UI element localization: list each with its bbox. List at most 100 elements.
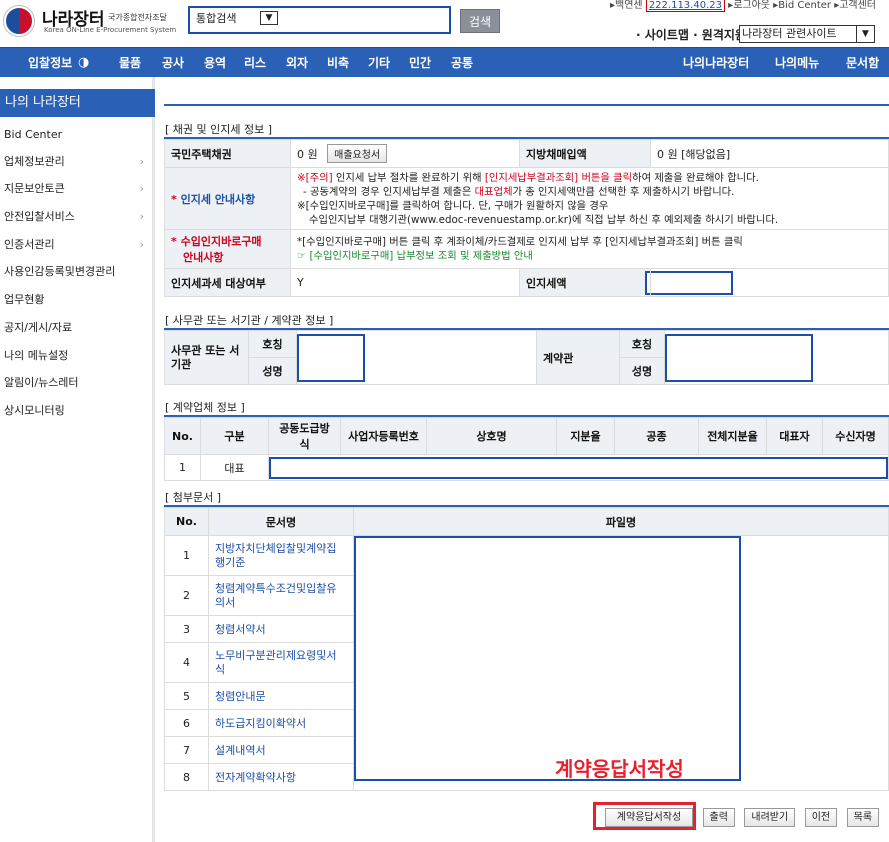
file-list-box[interactable] bbox=[354, 536, 741, 781]
nav-etc[interactable]: 기타 bbox=[368, 48, 390, 78]
doc-link[interactable]: 설계내역서 bbox=[208, 736, 354, 764]
doc-link[interactable]: 청렴서약서 bbox=[208, 615, 354, 643]
chevron-down-icon[interactable]: ▼ bbox=[856, 26, 874, 42]
col-recipient: 수신자명 bbox=[822, 417, 889, 455]
nav-my-menu[interactable]: 나의메뉴 bbox=[775, 48, 819, 78]
download-button[interactable]: 내려받기 bbox=[744, 808, 796, 827]
col-representative: 대표자 bbox=[766, 417, 823, 455]
guide-text: 하여 제출을 완료해야 합니다. bbox=[632, 171, 759, 184]
sidebar-item-fingerprint-token[interactable]: 지문보안토큰 › bbox=[0, 175, 152, 202]
nav-foreign[interactable]: 외자 bbox=[286, 48, 308, 78]
officer-input[interactable] bbox=[297, 333, 365, 382]
sidebar-item-label: 업체정보관리 bbox=[4, 155, 65, 168]
doc-link[interactable]: 노무비구분관리제요령및서 식 bbox=[208, 642, 354, 683]
row-no: 2 bbox=[164, 575, 209, 616]
doc-link[interactable]: 하도급지킴이확약서 bbox=[208, 709, 354, 737]
nav-my-naramarket[interactable]: 나의나라장터 bbox=[683, 48, 749, 78]
sidebar-item-certificate[interactable]: 인증서관리 › bbox=[0, 231, 152, 258]
purchase-request-button[interactable]: 매출요청서 bbox=[327, 144, 388, 163]
guide-text: 가 총 인지세액만큼 선택한 후 제출하시기 바랍니다. bbox=[512, 185, 735, 198]
sidebar-item-work-status[interactable]: 업무현황 bbox=[0, 286, 152, 313]
logo-english: Korea ON-Line E-Procurement System bbox=[44, 26, 177, 34]
row-no: 7 bbox=[164, 736, 209, 764]
print-button[interactable]: 출력 bbox=[702, 808, 735, 827]
sidebar-item-label: 지문보안토큰 bbox=[4, 182, 65, 195]
revenue-stamp-guide-link[interactable]: ☞ [수입인지바로구매] 납부정보 조회 및 제출방법 안내 bbox=[297, 249, 882, 263]
list-button[interactable]: 목록 bbox=[846, 808, 880, 827]
sidebar-item-newsletter[interactable]: 알림이/뉴스레터 bbox=[0, 369, 152, 396]
required-mark: * bbox=[171, 235, 181, 248]
sidebar-item-monitoring[interactable]: 상시모니터링 bbox=[0, 397, 152, 424]
search-box[interactable]: 통합검색 ▼ bbox=[188, 6, 451, 34]
sidebar-item-label: 상시모니터링 bbox=[4, 404, 65, 417]
sidebar-item-safe-bid[interactable]: 안전입찰서비스 › bbox=[0, 203, 152, 230]
contract-response-button[interactable]: 계약응답서작성 bbox=[605, 808, 693, 827]
municipal-bond-value: 0 원 [해당없음] bbox=[650, 139, 889, 168]
logo-emblem-icon bbox=[4, 6, 34, 36]
stamp-guide-label: 인지세 안내사항 bbox=[180, 192, 256, 206]
nav-service[interactable]: 용역 bbox=[204, 48, 226, 78]
col-share: 지분율 bbox=[556, 417, 615, 455]
company-row-input[interactable] bbox=[269, 456, 888, 479]
doc-link[interactable]: 청렴계약특수조건및입찰유 의서 bbox=[208, 575, 354, 616]
row-no: 8 bbox=[164, 763, 209, 791]
office-table: 사무관 또는 서기관 호칭 계약관 호칭 성명 성명 bbox=[164, 328, 889, 385]
housing-bond-value: 0 원 bbox=[297, 148, 318, 161]
prev-button[interactable]: 이전 bbox=[804, 808, 838, 827]
col-file-name: 파일명 bbox=[353, 507, 889, 536]
search-category-select[interactable]: 통합검색 bbox=[196, 10, 236, 26]
related-sites-select[interactable]: 나라장터 관련사이트 ▼ bbox=[739, 25, 875, 43]
section-title-attachments: [ 첨부문서 ] bbox=[165, 491, 222, 504]
nav-lease[interactable]: 리스 bbox=[244, 48, 266, 78]
doc-link[interactable]: 청렴안내문 bbox=[208, 682, 354, 710]
ip-address[interactable]: 222.113.40.23 bbox=[645, 0, 725, 12]
nav-goods[interactable]: 물품 bbox=[119, 48, 141, 78]
contract-officer-input[interactable] bbox=[665, 333, 813, 382]
doc-link[interactable]: 전자계약확약사항 bbox=[208, 763, 354, 791]
top-link-list[interactable]: ▸로그아웃 ▸Bid Center ▸고객센터 bbox=[728, 0, 876, 11]
doc-link[interactable]: 지방자치단체입찰및계약집 행기준 bbox=[208, 535, 354, 576]
contract-field-cell bbox=[664, 330, 889, 385]
bond-table: 국민주택채권 0 원 매출요청서 지방채매입액 0 원 [해당없음] * 인지세… bbox=[164, 137, 889, 297]
sidebar-item-seal[interactable]: 사용인감등록및변경관리 bbox=[0, 258, 152, 285]
row-no: 4 bbox=[164, 642, 209, 683]
sidebar-item-notice[interactable]: 공지/게시/자료 bbox=[0, 314, 152, 341]
nav-construction[interactable]: 공사 bbox=[162, 48, 184, 78]
stamp-guide-text: ※[주의] 인지세 납부 절차를 완료하기 위해 [인지세납부결과조회] 버튼을… bbox=[290, 167, 889, 230]
chevron-right-icon: › bbox=[139, 155, 144, 168]
revenue-stamp-label: 안내사항 bbox=[183, 251, 224, 264]
sitemap-link[interactable]: · 사이트맵 · 원격지원 bbox=[636, 26, 746, 43]
sidebar-item-company-info[interactable]: 업체정보관리 › bbox=[0, 148, 152, 175]
stamp-amount-field[interactable] bbox=[645, 270, 733, 295]
officer-name-label: 성명 bbox=[248, 357, 297, 385]
guide-highlight: 대표업체 bbox=[474, 185, 513, 198]
required-mark: * bbox=[171, 192, 181, 206]
nav-stockpile[interactable]: 비축 bbox=[327, 48, 349, 78]
nav-private[interactable]: 민간 bbox=[409, 48, 431, 78]
officer-title-label: 호칭 bbox=[248, 330, 297, 358]
col-doc-name: 문서명 bbox=[208, 507, 354, 536]
table-row: 1 대표 bbox=[164, 454, 889, 481]
nav-bid-info[interactable]: 입찰정보 bbox=[28, 48, 72, 78]
doc-name-line: 청렴계약특수조건및입찰유 bbox=[215, 581, 337, 595]
col-joint-method: 공동도급방식 bbox=[268, 417, 341, 455]
chevron-down-icon[interactable]: ▼ bbox=[260, 11, 278, 25]
guide-text: - 공동계약의 경우 인지세납부결 제출은 bbox=[303, 185, 475, 198]
search-button[interactable]: 검색 bbox=[460, 9, 500, 33]
nav-inbox[interactable]: 문서함 bbox=[846, 48, 879, 78]
stamp-amount-cell bbox=[645, 268, 889, 297]
top-link-prefix: ▸백연센 bbox=[610, 0, 643, 11]
nav-common[interactable]: 공통 bbox=[451, 48, 473, 78]
col-no: No. bbox=[164, 417, 201, 455]
housing-bond-label: 국민주택채권 bbox=[164, 139, 291, 168]
doc-name-line: 식 bbox=[215, 662, 226, 676]
contract-name-label: 성명 bbox=[619, 357, 665, 385]
officer-label: 사무관 또는 서기관 bbox=[164, 330, 249, 385]
revenue-stamp-label-cell: * 수입인지바로구매 안내사항 bbox=[164, 229, 291, 269]
sidebar-item-bid-center[interactable]: Bid Center bbox=[0, 121, 152, 148]
sidebar-item-label: 알림이/뉴스레터 bbox=[4, 376, 79, 389]
col-total-share: 전체지분율 bbox=[698, 417, 767, 455]
sidebar-item-menu-settings[interactable]: 나의 메뉴설정 bbox=[0, 342, 152, 369]
revenue-stamp-line: *[수입인지바로구매] 버튼 클릭 후 계좌이체/카드결제로 인지세 납부 후 … bbox=[297, 236, 743, 248]
action-buttons: 계약응답서작성 출력 내려받기 이전 목록 bbox=[598, 808, 885, 827]
